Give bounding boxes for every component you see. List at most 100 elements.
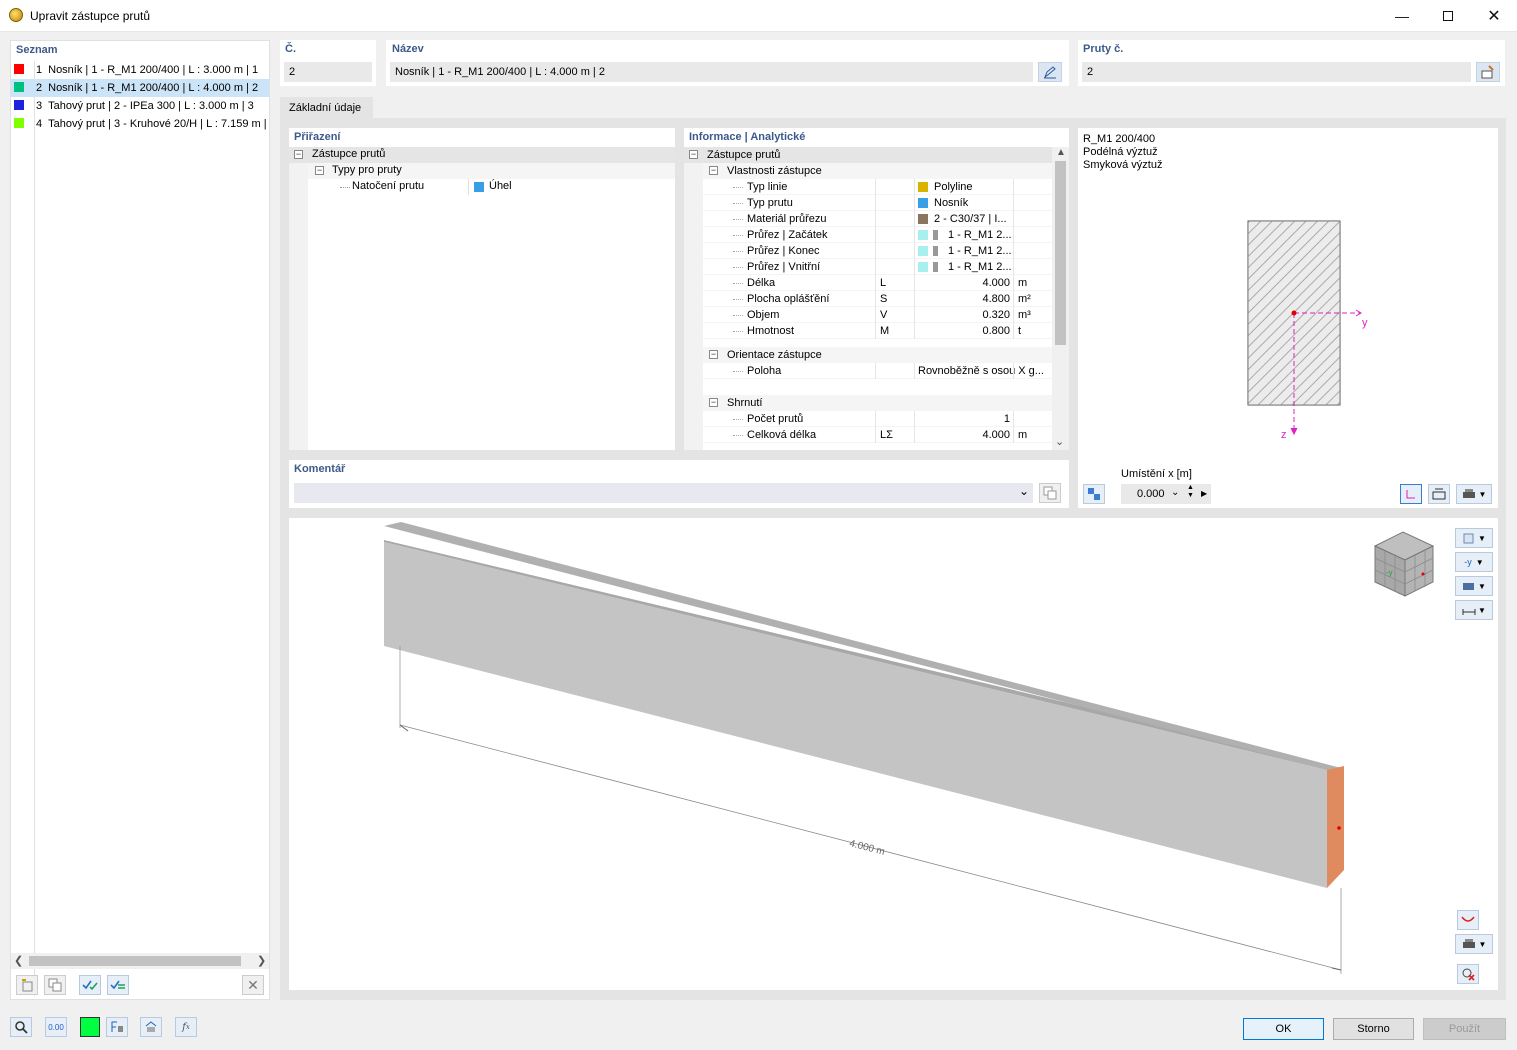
list-hscrollbar[interactable]: ❮ ❯ — [11, 953, 269, 969]
collapse-icon[interactable]: − — [709, 166, 718, 175]
property-row[interactable]: Průřez | Začátek 1 - R_M1 2... — [703, 227, 1052, 243]
close-button[interactable]: ✕ — [1471, 0, 1517, 31]
tab-basic-data[interactable]: Základní údaje — [280, 97, 373, 119]
centroid-point — [1291, 310, 1297, 316]
scroll-up-arrow[interactable]: ▲ — [1056, 147, 1066, 158]
step-right-icon[interactable]: ▶ — [1201, 484, 1207, 504]
check-toggle-icon[interactable] — [107, 975, 129, 995]
scroll-left-arrow[interactable]: ❮ — [14, 954, 23, 967]
property-label: Průřez | Vnitřní — [747, 261, 821, 273]
property-row[interactable]: Objem V 0.320 m³ — [703, 307, 1052, 323]
property-label: Průřez | Začátek — [747, 229, 828, 241]
collapse-icon[interactable]: − — [294, 150, 303, 159]
comment-input[interactable] — [294, 483, 1033, 503]
section-dimension-icon[interactable] — [1428, 484, 1450, 504]
number-field[interactable]: 2 — [284, 62, 372, 82]
apply-button[interactable]: Použít — [1423, 1018, 1506, 1040]
property-row[interactable]: Plocha oplášťění S 4.800 m² — [703, 291, 1052, 307]
import-icon[interactable] — [140, 1017, 162, 1037]
name-field[interactable]: Nosník | 1 - R_M1 200/400 | L : 4.000 m … — [390, 62, 1033, 82]
scroll-right-arrow[interactable]: ❯ — [257, 954, 266, 967]
view-print-icon[interactable]: ▼ — [1455, 934, 1493, 954]
property-value: 4.000 — [982, 429, 1010, 441]
check-all-icon[interactable] — [79, 975, 101, 995]
property-label: Počet prutů — [747, 413, 804, 425]
collapse-icon[interactable]: − — [689, 150, 698, 159]
property-row[interactable]: Typ prutu Nosník — [703, 195, 1052, 211]
view-mode-icon[interactable]: ▼ — [1455, 528, 1493, 548]
collapse-icon[interactable]: − — [315, 166, 324, 175]
color-picker-icon[interactable] — [80, 1017, 100, 1037]
minimize-button[interactable]: — — [1379, 0, 1425, 31]
reset-view-icon[interactable] — [1457, 964, 1479, 984]
property-row[interactable]: Průřez | Vnitřní 1 - R_M1 2... — [703, 259, 1052, 275]
property-color-swatch — [918, 246, 928, 256]
property-unit: m³ — [1018, 309, 1031, 321]
edit-name-button[interactable] — [1038, 62, 1062, 82]
section-refresh-icon[interactable] — [1083, 484, 1105, 504]
property-row[interactable]: Průřez | Konec 1 - R_M1 2... — [703, 243, 1052, 259]
chevron-down-icon[interactable]: ⌄ — [1171, 483, 1179, 503]
scroll-thumb[interactable] — [1055, 161, 1066, 345]
property-label: Průřez | Konec — [747, 245, 820, 257]
property-symbol: V — [880, 309, 888, 321]
scroll-thumb[interactable] — [29, 956, 241, 966]
property-row[interactable]: Materiál průřezu 2 - C30/37 | I... — [703, 211, 1052, 227]
member-set-list: Seznam 1 Nosník | 1 - R_M1 200/400 | L : … — [10, 40, 270, 1000]
spin-updown-icon[interactable]: ▲ ▼ — [1187, 484, 1194, 500]
copy-item-icon[interactable] — [44, 975, 66, 995]
property-row[interactable]: Typ linie Polyline — [703, 179, 1052, 195]
view-cube[interactable]: -y — [1369, 526, 1439, 600]
section-print-icon[interactable]: ▼ — [1456, 484, 1492, 504]
info-vscrollbar[interactable]: ▲ ⌄ — [1052, 147, 1069, 450]
new-item-icon[interactable] — [16, 975, 38, 995]
list-item[interactable]: 3 Tahový prut | 2 - IPEa 300 | L : 3.000 … — [11, 97, 269, 115]
maximize-button[interactable] — [1425, 0, 1471, 31]
property-value: 0.320 — [982, 309, 1010, 321]
property-row[interactable]: Poloha Rovnoběžně s osou X g... — [703, 363, 1052, 379]
list-item[interactable]: 1 Nosník | 1 - R_M1 200/400 | L : 3.000 m… — [11, 61, 269, 79]
render-mode-icon[interactable]: ▼ — [1455, 576, 1493, 596]
collapse-icon[interactable]: − — [709, 350, 718, 359]
list-item-selected[interactable]: 2 Nosník | 1 - R_M1 200/400 | L : 4.000 m… — [11, 79, 269, 97]
delete-item-icon[interactable]: ✕ — [242, 975, 264, 995]
search-icon[interactable] — [10, 1017, 32, 1037]
members-field[interactable]: 2 — [1082, 62, 1471, 82]
scroll-down-arrow[interactable]: ⌄ — [1055, 435, 1064, 448]
ok-button[interactable]: OK — [1243, 1018, 1324, 1040]
cancel-button[interactable]: Storno — [1333, 1018, 1414, 1040]
section-view-icon[interactable] — [1400, 484, 1422, 504]
group-row[interactable]: − Vlastnosti zástupce — [703, 163, 1052, 179]
list-item[interactable]: 4 Tahový prut | 3 - Kruhové 20/H | L : 7.… — [11, 115, 269, 133]
property-value: 4.000 — [982, 277, 1010, 289]
select-members-button[interactable] — [1476, 62, 1500, 82]
formula-icon[interactable]: fx — [175, 1017, 197, 1037]
tree-line — [340, 187, 350, 188]
axis-direction-icon[interactable]: -y ▼ — [1455, 552, 1493, 572]
property-row[interactable]: Hmotnost M 0.800 t — [703, 323, 1052, 339]
group-row[interactable]: − Shrnutí — [703, 395, 1052, 411]
info-tree: − Zástupce prutů − Vlastnosti zástupce T… — [684, 147, 1052, 443]
comment-library-icon[interactable] — [1039, 483, 1061, 503]
beam-3d-view[interactable]: 4.000 m — [289, 518, 1449, 990]
group-row[interactable]: − Orientace zástupce — [703, 347, 1052, 363]
tree-root-row[interactable]: − Zástupce prutů — [289, 147, 675, 163]
collapse-icon[interactable]: − — [709, 398, 718, 407]
info-root-row[interactable]: − Zástupce prutů — [684, 147, 1052, 163]
decimal-places-icon[interactable]: 0.00 — [45, 1017, 67, 1037]
section-icon — [933, 246, 938, 256]
cell-divider — [468, 179, 469, 195]
units-icon[interactable] — [106, 1017, 128, 1037]
property-row[interactable]: Délka L 4.000 m — [703, 275, 1052, 291]
property-row[interactable]: Celková délka LΣ 4.000 m — [703, 427, 1052, 443]
property-row[interactable]: Počet prutů 1 — [703, 411, 1052, 427]
3d-view-panel: 4.000 m -y ▼ -y ▼ ▼ ▼ ▼ — [289, 518, 1498, 990]
dimension-toggle-icon[interactable]: ▼ — [1455, 600, 1493, 620]
position-spinner[interactable]: 0.000 ⌄ ▲ ▼ ▶ — [1121, 484, 1211, 504]
tree-child-row[interactable]: − Typy pro pruty — [308, 163, 675, 179]
tree-leaf-row[interactable]: Natočení prutu Úhel — [308, 179, 675, 195]
list-divider — [34, 61, 35, 996]
deflection-icon[interactable] — [1457, 910, 1479, 930]
info-header: Informace | Analytické — [689, 131, 806, 143]
chevron-down-icon[interactable]: ⌄ — [1019, 484, 1029, 498]
